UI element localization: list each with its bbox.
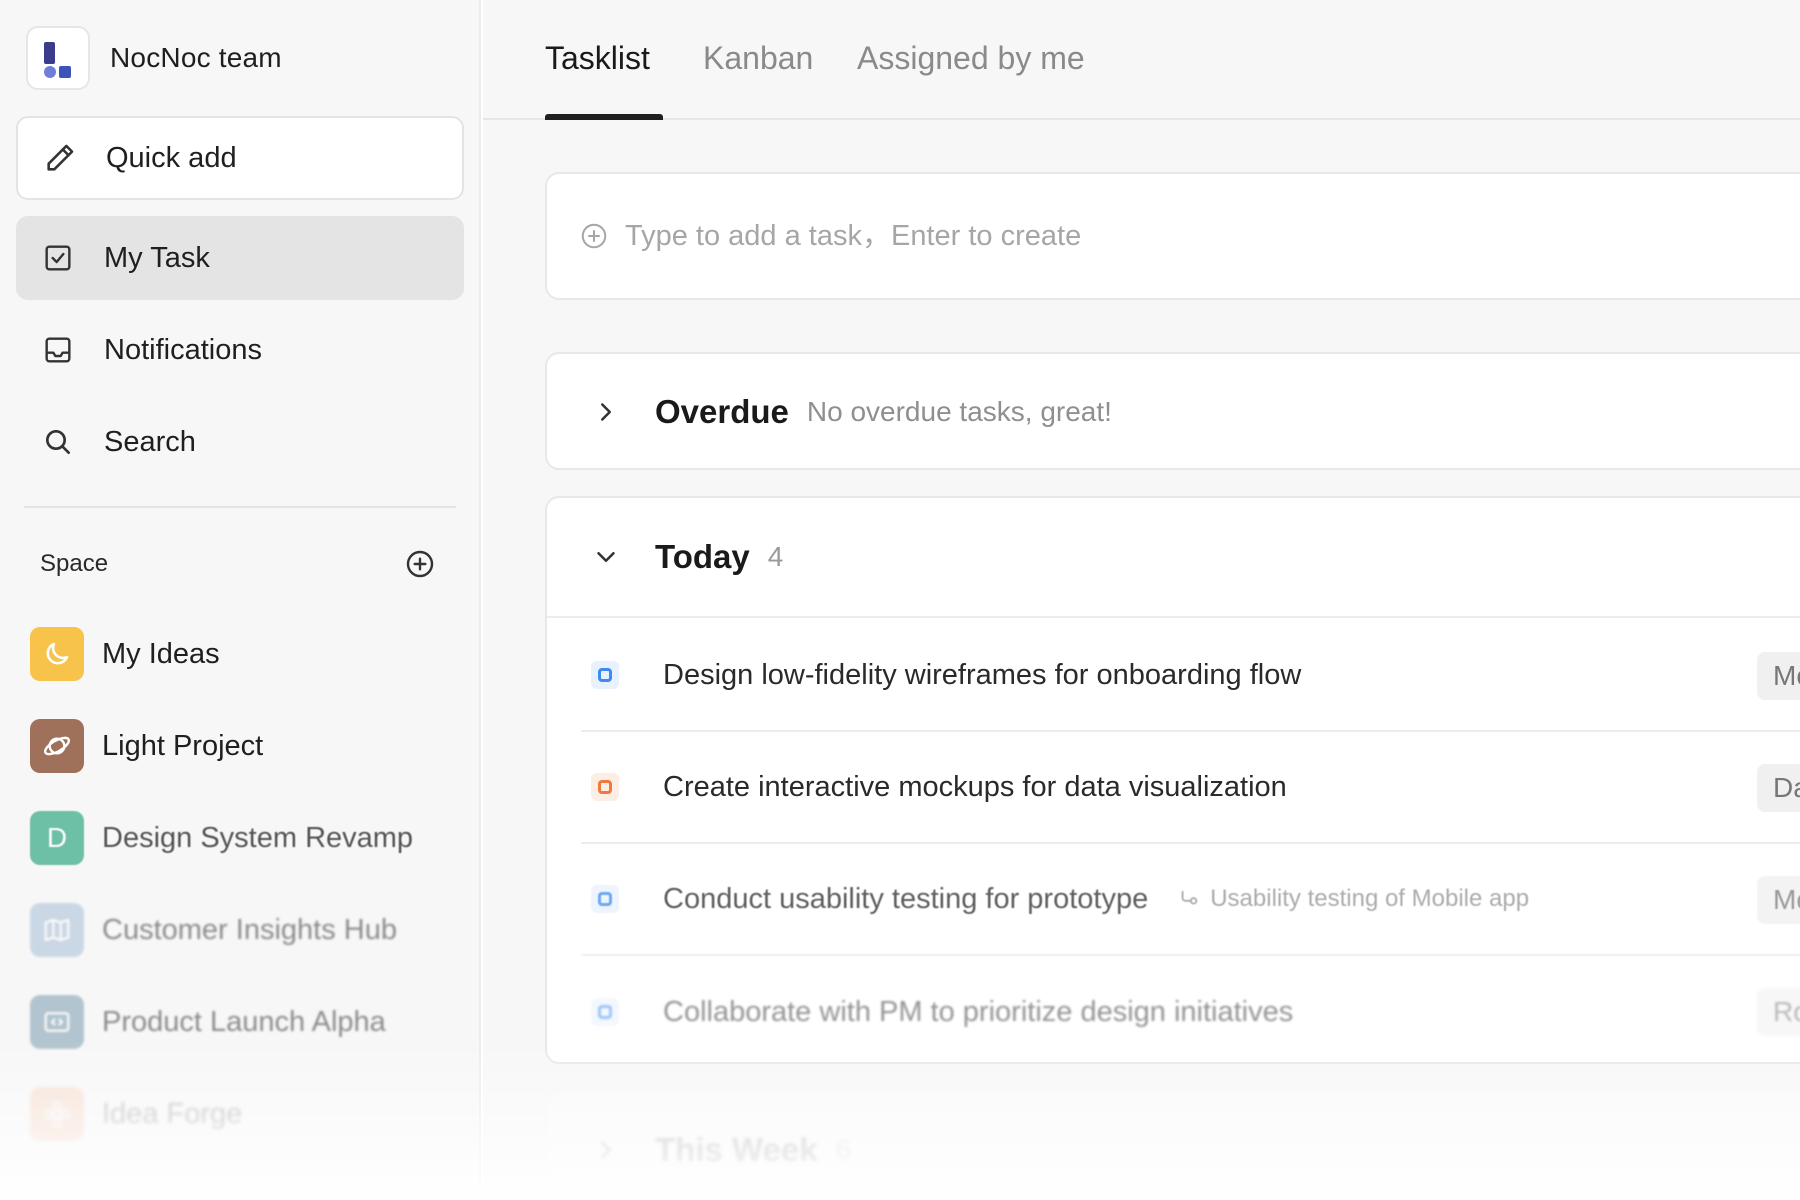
space-item-product-launch-alpha[interactable]: Product Launch Alpha: [30, 994, 386, 1050]
group-title: This Week: [655, 1131, 818, 1168]
task-row[interactable]: Collaborate with PM to prioritize design…: [581, 956, 1800, 1068]
today-group: Today 4 Design low-fidelity wireframes f…: [545, 496, 1800, 1064]
nav-label: Notifications: [104, 333, 262, 366]
task-project-tag[interactable]: Mobile a: [1757, 876, 1800, 924]
space-label: Design System Revamp: [102, 821, 414, 854]
space-label: Light Project: [102, 729, 264, 762]
nav-label: Search: [104, 425, 196, 458]
task-row[interactable]: Create interactive mockups for data visu…: [581, 732, 1800, 844]
space-item-my-ideas[interactable]: My Ideas: [30, 626, 220, 682]
task-title: Conduct usability testing for prototype: [663, 882, 1149, 915]
chevron-down-icon[interactable]: [591, 542, 621, 572]
letter-d-icon: D: [30, 811, 84, 865]
add-task-bar[interactable]: [545, 172, 1800, 300]
group-count: 6: [835, 1134, 852, 1165]
space-title: Space: [40, 550, 109, 577]
map-icon: [30, 903, 84, 957]
group-subtitle: No overdue tasks, great!: [806, 396, 1112, 427]
divider: [24, 506, 456, 508]
task-project-tag[interactable]: Roadma: [1757, 988, 1800, 1036]
space-label: Customer Insights Hub: [102, 913, 397, 946]
task-checkbox[interactable]: [591, 773, 619, 801]
task-title: Collaborate with PM to prioritize design…: [663, 995, 1294, 1028]
overdue-group-header[interactable]: Overdue No overdue tasks, great!: [547, 354, 1800, 470]
tab-tasklist[interactable]: Tasklist: [545, 40, 650, 77]
group-title: Today: [655, 538, 750, 575]
code-icon: [30, 995, 84, 1049]
space-item-light-project[interactable]: Light Project: [30, 718, 263, 774]
nav-label: Quick add: [106, 141, 237, 174]
this-week-group: This Week 6: [545, 1090, 1800, 1200]
add-task-input[interactable]: [625, 219, 1525, 253]
add-circle-icon: [579, 221, 609, 251]
task-title: Create interactive mockups for data visu…: [663, 770, 1287, 803]
chevron-right-icon[interactable]: [591, 397, 621, 427]
group-title: Overdue: [655, 393, 789, 430]
inbox-icon: [40, 332, 76, 368]
space-item-design-system-revamp[interactable]: D Design System Revamp: [30, 810, 413, 866]
space-label: My Ideas: [102, 637, 220, 670]
task-title: Design low-fidelity wireframes for onboa…: [663, 658, 1302, 691]
flower-icon: [30, 1087, 84, 1141]
task-checkbox[interactable]: [591, 998, 619, 1026]
this-week-group-header[interactable]: This Week 6: [547, 1092, 1800, 1200]
planet-icon: [30, 719, 84, 773]
parent-task-label: Usability testing of Mobile app: [1210, 885, 1530, 912]
overdue-group: Overdue No overdue tasks, great!: [545, 352, 1800, 470]
tab-kanban[interactable]: Kanban: [703, 40, 813, 77]
sidebar-item-search[interactable]: Search: [16, 400, 464, 484]
team-name: NocNoc team: [110, 42, 282, 73]
task-project-tag[interactable]: Mobile a: [1757, 652, 1800, 700]
parent-task-link[interactable]: Usability testing of Mobile app: [1178, 885, 1529, 913]
pencil-icon: [42, 140, 78, 176]
space-label: Idea Forge: [102, 1097, 243, 1130]
task-checkbox[interactable]: [591, 661, 619, 689]
sidebar: NocNoc team Quick add My Task Notificati…: [0, 0, 481, 1200]
team-logo-icon: [26, 26, 90, 90]
today-group-header[interactable]: Today 4: [547, 498, 1800, 618]
team-switcher[interactable]: NocNoc team: [26, 26, 282, 90]
space-label: Product Launch Alpha: [102, 1005, 386, 1038]
main-panel: Tasklist Kanban Assigned by me Overdue N…: [483, 0, 1800, 1200]
nav-label: My Task: [104, 241, 210, 274]
active-tab-indicator: [545, 114, 663, 120]
task-row[interactable]: Conduct usability testing for prototype …: [581, 844, 1800, 956]
moon-icon: [30, 627, 84, 681]
task-row[interactable]: Design low-fidelity wireframes for onboa…: [581, 620, 1800, 732]
sidebar-item-my-task[interactable]: My Task: [16, 216, 464, 300]
sidebar-item-notifications[interactable]: Notifications: [16, 308, 464, 392]
task-checkbox[interactable]: [591, 885, 619, 913]
checkbox-icon: [40, 240, 76, 276]
subtask-icon: [1181, 890, 1198, 905]
space-item-customer-insights-hub[interactable]: Customer Insights Hub: [30, 902, 397, 958]
tab-assigned-by-me[interactable]: Assigned by me: [857, 40, 1085, 77]
space-item-idea-forge[interactable]: Idea Forge: [30, 1086, 242, 1142]
space-header: Space: [40, 548, 436, 580]
quick-add-button[interactable]: Quick add: [16, 116, 464, 200]
task-project-tag[interactable]: Dashboa: [1757, 764, 1800, 812]
chevron-right-icon[interactable]: [591, 1135, 621, 1165]
tab-bar: Tasklist Kanban Assigned by me: [483, 0, 1800, 120]
search-icon: [40, 424, 76, 460]
group-count: 4: [767, 541, 784, 572]
add-space-icon[interactable]: [404, 548, 436, 580]
